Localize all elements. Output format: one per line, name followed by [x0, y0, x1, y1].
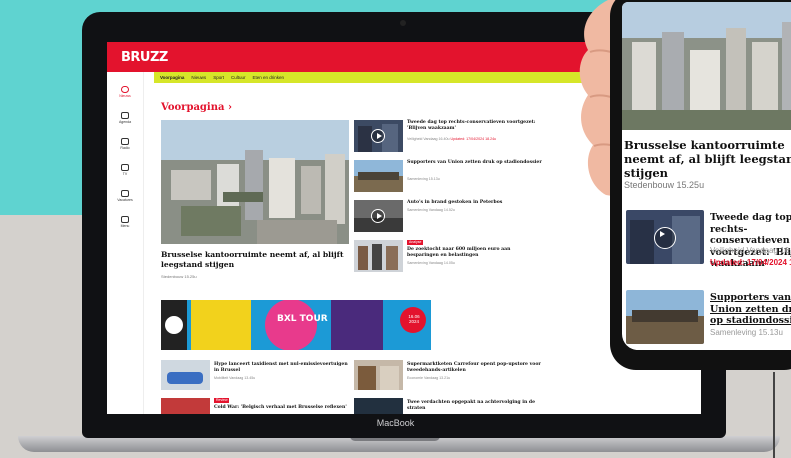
play-icon: [371, 209, 385, 223]
article-card[interactable]: Auto's in brand gestoken in Peterbos Sam…: [354, 200, 544, 234]
calendar-icon: [121, 112, 129, 119]
phone-screen: Brusselse kantoorruimte neemt af, al bli…: [622, 2, 791, 350]
article-card[interactable]: Analyse De zoektocht naar 600 miljoen eu…: [354, 240, 544, 274]
article-thumbnail: [161, 360, 210, 390]
article-thumbnail: [354, 160, 403, 192]
article-meta: Veiligheid Vandaag 16.40u: [710, 246, 791, 255]
sidebar-item-radio[interactable]: Radio: [107, 138, 143, 150]
subnav-item[interactable]: Eten en drinken: [252, 75, 284, 80]
article-title: Tweede dag top rechts-conservatieven voo…: [407, 120, 536, 131]
article-title: Twee verdachten opgepakt na achtervolgin…: [407, 400, 536, 411]
article-title: Auto's in brand gestoken in Peterbos: [407, 200, 503, 205]
article-card[interactable]: Review Cold War: 'Belgisch verhaal met B…: [161, 398, 351, 414]
camera: [400, 20, 406, 26]
article-thumbnail: [354, 200, 403, 232]
sidebar: Nieuws Agenda Radio TV Vacatures Menu: [107, 72, 144, 414]
phone-hero-title[interactable]: Brusselse kantoorruimte neemt af, al bli…: [624, 138, 791, 180]
tv-icon: [121, 164, 129, 171]
subnav-item[interactable]: Voorpagina: [160, 75, 184, 80]
article-meta: Economie Vandaag 13.21u: [407, 376, 451, 380]
jobs-icon: [121, 190, 129, 197]
hero-meta: Stedenbouw 15.25u: [161, 274, 197, 279]
banner-date: 16.06 2024: [408, 314, 420, 324]
banner-title: BXL TOUR: [277, 314, 328, 324]
article-title: Cold War: 'Belgisch verhaal met Brussels…: [214, 405, 347, 410]
hero-title[interactable]: Brusselse kantoorruimte neemt af, al bli…: [161, 250, 351, 269]
menu-icon: [121, 216, 129, 223]
article-thumbnail: [354, 360, 403, 390]
article-meta: Mobiliteit Vandaag 13.45u: [214, 376, 256, 380]
play-icon: [654, 227, 676, 249]
smartphone: Brusselse kantoorruimte neemt af, al bli…: [610, 0, 791, 370]
phone-hero-meta: Stedenbouw 15.25u: [624, 180, 705, 190]
article-title: Supermarktketen Carrefour opent pop-upst…: [407, 362, 541, 373]
sidebar-item-agenda[interactable]: Agenda: [107, 112, 143, 124]
article-meta: Samenleving 15.13u: [407, 177, 440, 181]
subnav-item[interactable]: Cultuur: [231, 75, 246, 80]
article-thumbnail: [354, 120, 403, 152]
phone-hero-image[interactable]: [622, 2, 791, 130]
section-title[interactable]: Voorpagina ›: [161, 102, 232, 113]
sidebar-item-menu[interactable]: Menu: [107, 216, 143, 228]
article-card[interactable]: Tweede dag top rechts-conservatieven voo…: [354, 120, 544, 154]
site-logo[interactable]: BRUZZ: [121, 50, 168, 65]
article-card[interactable]: Supporters van Union zetten druk op stad…: [354, 160, 544, 194]
sidebar-item-tv[interactable]: TV: [107, 164, 143, 176]
article-title: De zoektocht naar 600 miljoen euro aan b…: [407, 247, 511, 258]
article-updated: Updated: 17/04/2024 18.24u: [710, 258, 791, 267]
article-thumbnail: [354, 240, 403, 272]
article-title: Hype lanceert taxidienst met nul-emissie…: [214, 362, 348, 373]
sidebar-item-nieuws[interactable]: Nieuws: [107, 86, 143, 98]
article-card[interactable]: Hype lanceert taxidienst met nul-emissie…: [161, 360, 351, 390]
radio-icon: [121, 138, 129, 145]
article-badge: Review: [214, 398, 230, 403]
article-badge: Analyse: [407, 240, 424, 245]
subnav-item[interactable]: Nieuws: [191, 75, 206, 80]
sidebar-item-vacatures[interactable]: Vacatures: [107, 190, 143, 202]
advertisement-banner[interactable]: BXL TOUR 16.06 2024: [161, 300, 431, 350]
article-meta: Samenleving Vandaag 14.05u: [407, 261, 455, 265]
article-thumbnail: [626, 210, 704, 264]
article-title: Supporters van Union zetten druk op stad…: [407, 160, 542, 165]
play-icon: [371, 129, 385, 143]
subnav-item[interactable]: Sport: [213, 75, 224, 80]
article-thumbnail: [161, 398, 210, 414]
article-meta: Samenleving 15.13u: [710, 328, 783, 337]
article-meta: Veiligheid Vandaag 16.40u Updated: 17/04…: [407, 137, 497, 141]
article-title: Supporters van Union zetten druk op stad…: [710, 292, 791, 326]
article-meta: Samenleving Vandaag 14.52u: [407, 208, 455, 212]
article-card[interactable]: Twee verdachten opgepakt na achtervolgin…: [354, 398, 544, 414]
phone-side-line: [773, 372, 775, 458]
hero-image[interactable]: [161, 120, 349, 244]
article-thumbnail: [626, 290, 704, 344]
home-icon: [121, 86, 129, 93]
article-thumbnail: [354, 398, 403, 414]
article-card[interactable]: Supermarktketen Carrefour opent pop-upst…: [354, 360, 544, 390]
laptop-brand: MacBook: [376, 418, 415, 428]
